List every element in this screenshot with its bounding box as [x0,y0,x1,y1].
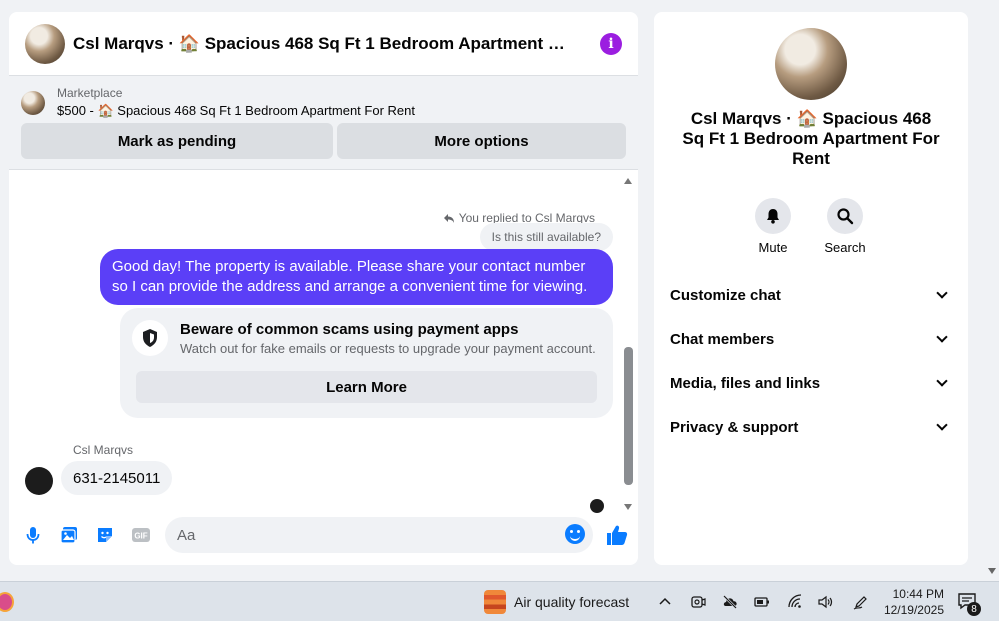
section-label: Chat members [670,330,775,348]
section-label: Privacy & support [670,418,799,436]
weather-label: Air quality forecast [514,594,630,610]
section-privacy-support[interactable]: Privacy & support [670,407,952,447]
page-scroll-down-arrow[interactable] [988,568,996,574]
chevron-down-icon [936,419,948,431]
details-title: Csl Marqvs · 🏠 Spacious 468 Sq Ft 1 Bedr… [682,109,940,168]
chevron-down-icon [936,287,948,299]
sender-avatar[interactable] [25,467,53,495]
camera-icon[interactable] [688,592,708,612]
scroll-up-arrow[interactable] [624,178,632,184]
message-input-box[interactable] [165,517,593,553]
search-label: Search [824,240,866,255]
more-options-button[interactable]: More options [337,123,626,159]
pen-icon[interactable] [851,592,871,612]
message-input[interactable] [177,526,547,544]
browser-app-icon[interactable] [0,592,14,612]
marketplace-banner: Marketplace $500 - 🏠 Spacious 468 Sq Ft … [9,76,638,170]
mute-action[interactable]: Mute [743,198,803,255]
message-composer: GIF [9,515,638,555]
sender-name: Csl Marqvs [73,443,134,457]
marketplace-label: Marketplace [57,86,123,100]
chat-panel: Csl Marqvs · 🏠 Spacious 468 Sq Ft 1 Bedr… [9,12,638,565]
scrollbar-thumb[interactable] [624,347,633,485]
learn-more-button[interactable]: Learn More [136,371,597,403]
reply-arrow-icon [443,214,454,223]
conversation-avatar[interactable] [25,23,65,64]
section-label: Media, files and links [670,374,821,392]
chevron-up-icon[interactable] [655,592,675,612]
volume-icon[interactable] [815,592,835,612]
mark-as-pending-button[interactable]: Mark as pending [21,123,333,159]
search-action[interactable]: Search [815,198,875,255]
clock-time: 10:44 PM [892,587,944,601]
listing-title[interactable]: $500 - 🏠 Spacious 468 Sq Ft 1 Bedroom Ap… [57,101,415,121]
shield-icon [132,320,168,356]
chevron-down-icon [936,331,948,343]
message-thread[interactable]: You replied to Csl Marqvs Is this still … [9,174,638,513]
search-icon[interactable] [827,198,863,234]
weather-widget[interactable]: Air quality forecast [484,590,629,614]
bell-icon[interactable] [755,198,791,234]
listing-thumbnail[interactable] [21,91,45,115]
system-clock[interactable]: 10:44 PM 12/19/2025 [880,586,944,618]
svg-text:GIF: GIF [134,532,147,541]
gif-icon[interactable]: GIF [129,523,153,547]
sticker-icon[interactable] [93,523,117,547]
section-customize-chat[interactable]: Customize chat [670,275,952,315]
emoji-icon[interactable] [565,524,585,544]
info-icon[interactable]: i [600,32,622,55]
scam-warning-title: Beware of common scams using payment app… [180,321,519,338]
section-media-files-links[interactable]: Media, files and links [670,363,952,403]
quoted-message[interactable]: Is this still available? [479,223,613,251]
scroll-down-arrow[interactable] [624,504,632,510]
received-message[interactable]: 631-2145011 [61,461,173,495]
mute-label: Mute [758,240,788,255]
section-label: Customize chat [670,286,781,304]
cloud-off-icon[interactable] [720,592,740,612]
air-quality-icon [484,590,506,614]
sent-message[interactable]: Good day! The property is available. Ple… [100,249,613,305]
battery-icon[interactable] [752,592,772,612]
thumbs-up-icon[interactable] [605,523,629,547]
conversation-details-panel: Csl Marqvs · 🏠 Spacious 468 Sq Ft 1 Bedr… [654,12,968,565]
taskbar: Air quality forecast 10:44 PM 12/19/2025… [0,581,999,621]
photo-icon[interactable] [57,523,81,547]
scam-warning-description: Watch out for fake emails or requests to… [180,341,596,356]
seen-receipt-avatar [590,499,604,513]
scam-warning-card: Beware of common scams using payment app… [120,308,613,418]
chevron-down-icon [936,375,948,387]
notification-count-badge: 8 [967,602,981,616]
chat-header: Csl Marqvs · 🏠 Spacious 468 Sq Ft 1 Bedr… [9,12,638,76]
wifi-icon[interactable] [785,592,805,612]
conversation-title[interactable]: Csl Marqvs · 🏠 Spacious 468 Sq Ft 1 Bedr… [73,34,575,54]
details-avatar[interactable] [775,28,847,100]
clock-date: 12/19/2025 [883,603,944,617]
section-chat-members[interactable]: Chat members [670,319,952,359]
microphone-icon[interactable] [21,523,45,547]
